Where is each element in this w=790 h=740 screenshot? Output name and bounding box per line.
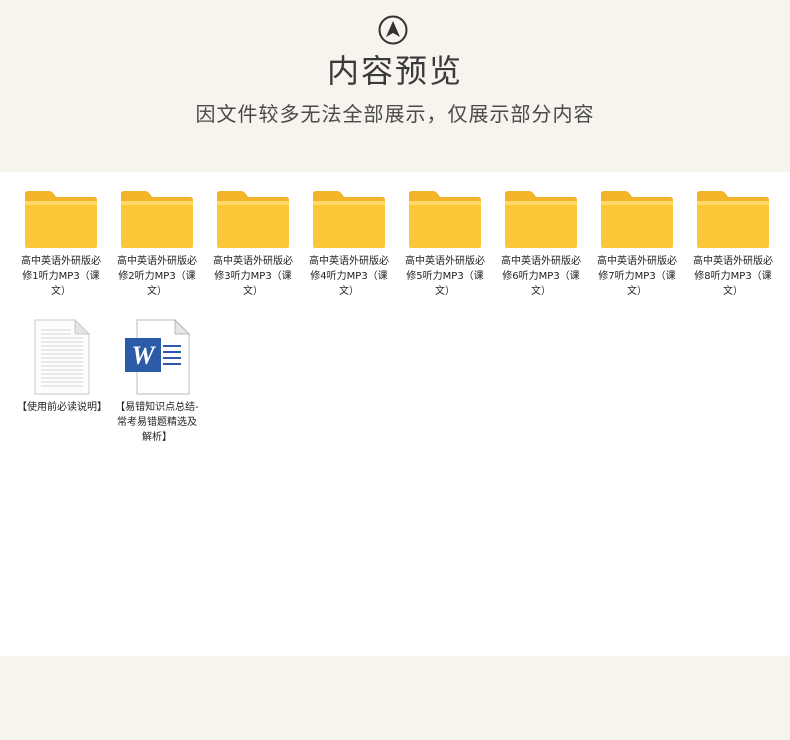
folder-item[interactable]: 高中英语外研版必修8听力MP3（课文） (685, 190, 781, 299)
folder-label: 高中英语外研版必修3听力MP3（课文） (213, 256, 293, 297)
folder-icon (697, 191, 769, 248)
page-title: 内容预览 (326, 52, 463, 90)
file-label: 【使用前必读说明】 (17, 402, 107, 413)
folder-label: 高中英语外研版必修4听力MP3（课文） (309, 256, 389, 297)
folder-label: 高中英语外研版必修1听力MP3（课文） (21, 256, 101, 297)
file-label: 【易错知识点总结-常考易错题精选及解析】 (115, 402, 199, 443)
folder-label: 高中英语外研版必修2听力MP3（课文） (117, 256, 197, 297)
folder-icon (313, 191, 385, 248)
folder-icon (505, 191, 577, 248)
folder-icon (601, 191, 673, 248)
navigation-arrow-icon (378, 15, 408, 45)
preview-header: 内容预览 因文件较多无法全部展示，仅展示部分内容 (0, 0, 790, 172)
folder-icon (217, 191, 289, 248)
folder-item[interactable]: 高中英语外研版必修1听力MP3（课文） (13, 190, 109, 299)
folder-label: 高中英语外研版必修5听力MP3（课文） (405, 256, 485, 297)
folder-icon (409, 191, 481, 248)
svg-text:W: W (131, 341, 156, 370)
folder-item[interactable]: 高中英语外研版必修3听力MP3（课文） (205, 190, 301, 299)
word-document-icon: W (125, 318, 191, 395)
file-grid-panel: 高中英语外研版必修1听力MP3（课文） 高中英语外研版必修2听力MP3（课文） … (0, 172, 790, 656)
folder-item[interactable]: 高中英语外研版必修2听力MP3（课文） (109, 190, 205, 299)
file-item[interactable]: 【使用前必读说明】 (13, 318, 109, 415)
page-subtitle: 因文件较多无法全部展示，仅展示部分内容 (195, 102, 595, 126)
folder-item[interactable]: 高中英语外研版必修5听力MP3（课文） (397, 190, 493, 299)
folder-label: 高中英语外研版必修8听力MP3（课文） (693, 256, 773, 297)
folder-item[interactable]: 高中英语外研版必修4听力MP3（课文） (301, 190, 397, 299)
text-document-icon (34, 318, 91, 395)
folder-label: 高中英语外研版必修6听力MP3（课文） (501, 256, 581, 297)
file-item[interactable]: W 【易错知识点总结-常考易错题精选及解析】 (109, 318, 205, 445)
folder-label: 高中英语外研版必修7听力MP3（课文） (597, 256, 677, 297)
folder-item[interactable]: 高中英语外研版必修7听力MP3（课文） (589, 190, 685, 299)
folder-item[interactable]: 高中英语外研版必修6听力MP3（课文） (493, 190, 589, 299)
folder-icon (121, 191, 193, 248)
folder-icon (25, 191, 97, 248)
